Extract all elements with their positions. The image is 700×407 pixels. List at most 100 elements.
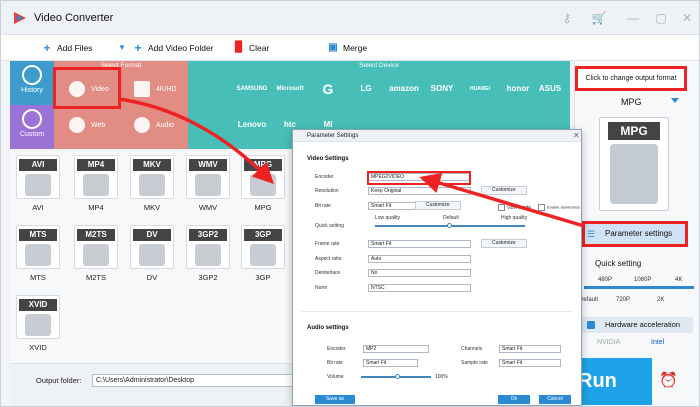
format-icon: XVID [16,295,60,339]
history-label: History [21,87,43,94]
player-icon [25,174,51,196]
title-bar: Video Converter ⚷ 🛒 — ▢ ✕ [1,1,699,35]
custom-tab[interactable]: Custom [10,105,54,149]
hardware-acceleration-toggle[interactable]: Hardware acceleration [581,317,693,333]
format-3gp2[interactable]: 3GP2 3GP2 [184,225,232,289]
audio-encoder-select[interactable]: MP2 [363,345,429,353]
slider-tick: 480P [598,277,613,283]
dialog-close-button[interactable]: ✕ [573,131,580,140]
format-wmv[interactable]: WMV WMV [184,155,232,219]
resolution-label: Resolution [315,188,339,194]
minimize-button[interactable]: — [625,10,641,26]
format-icon: MKV [130,155,174,199]
brand-asus[interactable]: ASUS [528,79,572,99]
cancel-button[interactable]: Cancel [539,395,571,404]
format-caption: WMV [198,203,218,212]
chevron-down-icon[interactable] [671,98,679,103]
clear-button[interactable]: ▉ Clear [233,41,269,55]
intel-option[interactable]: Intel [651,339,664,346]
frame-rate-customize-button[interactable]: Customize [481,239,527,248]
format-3gp[interactable]: 3GP 3GP [239,225,287,289]
format-avi[interactable]: AVI AVI [14,155,62,219]
history-tab[interactable]: History [10,61,54,105]
quality-slider[interactable] [584,286,694,289]
output-format-tag: MPG [608,122,660,140]
add-files-label: Add Files [57,43,93,53]
chevron-down-icon: ▼ [118,43,126,52]
video-settings-heading: Video Settings [307,156,349,162]
parameter-settings-button[interactable]: Parameter settings [582,221,688,247]
tab-audio-label: Audio [156,121,174,129]
format-m2ts[interactable]: M2TS M2TS [72,225,120,289]
slider-tick: 4K [675,277,683,283]
audio-bitrate-select[interactable]: Smart Fit [363,359,418,367]
format-xvid[interactable]: XVID XVID [14,295,62,359]
output-folder-input[interactable]: C:\Users\Administrator\Desktop [92,374,302,387]
merge-button[interactable]: ▣ Merge [327,41,367,55]
enable-deinterlace-checkbox[interactable]: Enable deinterlace [538,204,580,211]
format-icon: MTS [16,225,60,269]
format-dv[interactable]: DV DV [128,225,176,289]
sample-rate-select[interactable]: Smart Fit [499,359,561,367]
tab-web[interactable]: Web [57,108,119,142]
format-mp4[interactable]: MP4 MP4 [72,155,120,219]
run-button[interactable]: Run [574,358,652,405]
ok-button[interactable]: Ok [498,395,530,404]
tab-4k-hd[interactable]: 4K/HD [122,72,184,106]
format-mpg[interactable]: MPG MPG [239,155,287,219]
dialog-title: Parameter Settings [293,130,581,142]
tab-audio[interactable]: Audio [122,108,184,142]
norm-select[interactable]: NTSC [368,284,471,292]
add-video-folder-button[interactable]: ▼ + Add Video Folder [116,41,214,55]
format-caption: DV [146,273,158,282]
sample-rate-label: Sample rate [461,360,488,366]
format-tag: MKV [133,159,171,171]
vbr-mode-checkbox[interactable]: VBR mode [498,204,531,211]
dialog-divider [301,311,573,312]
player-icon [139,174,165,196]
format-icon: AVI [16,155,60,199]
format-tag: 3GP [244,229,282,241]
format-tag: M2TS [77,229,115,241]
frame-rate-select[interactable]: Smart Fit [368,240,471,248]
app-title: Video Converter [34,12,114,24]
cart-icon[interactable]: 🛒 [591,10,607,26]
change-output-format-hint[interactable]: Click to change output format [575,66,687,91]
audio-settings-heading: Audio settings [307,325,349,331]
format-tag: MPG [244,159,282,171]
tab-web-label: Web [91,121,106,129]
add-files-button[interactable]: + Add Files [41,41,92,55]
deinterlace-select[interactable]: No [368,269,471,277]
format-caption: XVID [29,343,47,352]
close-button[interactable]: ✕ [679,10,695,26]
player-icon [25,244,51,266]
output-format-thumbnail[interactable]: MPG [599,117,669,211]
channels-select[interactable]: Smart Fit [499,345,561,353]
aspect-ratio-select[interactable]: Auto [368,255,471,263]
maximize-button[interactable]: ▢ [653,10,669,26]
format-icon: DV [130,225,174,269]
alarm-clock-icon[interactable]: ⏰ [659,371,678,389]
volume-slider-knob[interactable] [395,374,400,379]
nvidia-option[interactable]: NVIDIA [597,339,620,346]
sliders-icon: ☰ [587,229,596,239]
category-sidebar: History Custom [10,61,54,149]
select-device-header: Select Device [359,62,399,69]
merge-icon: ▣ [328,42,338,53]
quick-setting-label: Quick setting [595,259,642,268]
frame-rate-label: Frame rate [315,241,340,247]
volume-label: Volume [327,374,344,380]
format-mkv[interactable]: MKV MKV [128,155,176,219]
save-as-button[interactable]: Save as [315,395,355,404]
resolution-select[interactable]: Keep Original [368,187,471,195]
key-icon[interactable]: ⚷ [559,10,575,26]
bitrate-label: Bit rate [315,203,331,209]
resolution-customize-button[interactable]: Customize [481,186,527,195]
player-icon [195,244,221,266]
tab-4k-hd-label: 4K/HD [156,85,177,93]
audio-encoder-label: Encoder [327,346,346,352]
bitrate-customize-button[interactable]: Customize [415,201,461,210]
format-mts[interactable]: MTS MTS [14,225,62,289]
format-icon: MP4 [74,155,118,199]
quality-slider-knob[interactable] [447,223,452,228]
